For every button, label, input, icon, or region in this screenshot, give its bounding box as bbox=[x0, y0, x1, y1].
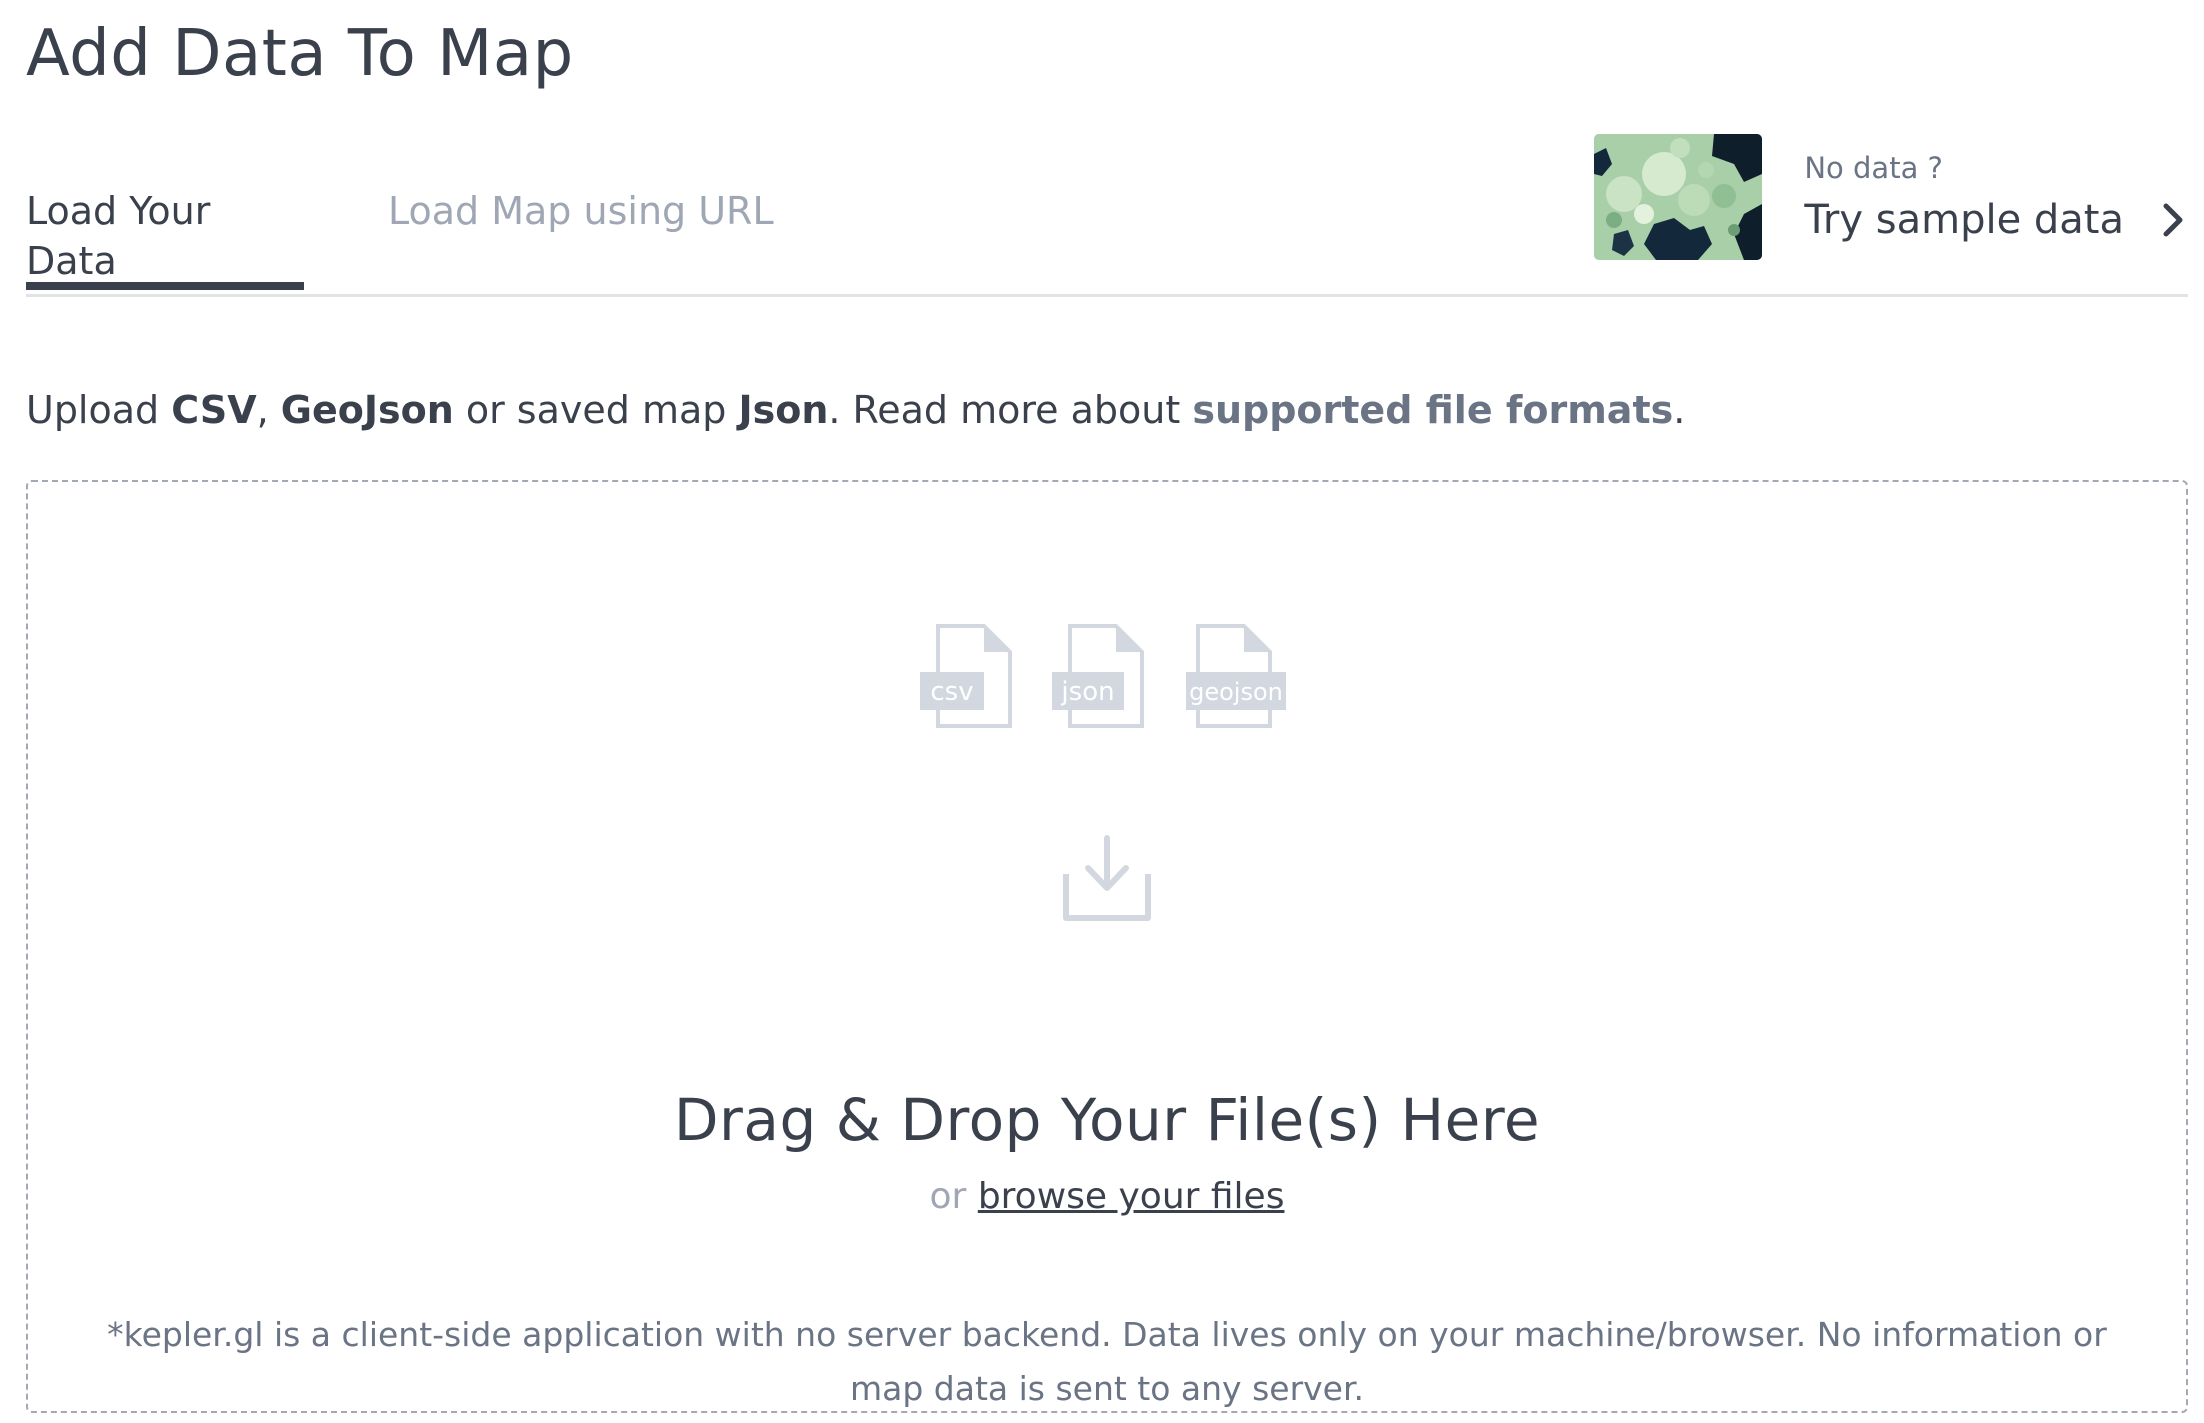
intro-or-saved: or saved map bbox=[453, 388, 739, 432]
intro-period: . bbox=[1673, 388, 1686, 432]
browse-row: or browse your files bbox=[28, 1172, 2186, 1222]
upload-instructions: Upload CSV, GeoJson or saved map Json. R… bbox=[26, 380, 1685, 440]
page-title: Add Data To Map bbox=[26, 17, 574, 91]
tab-bar: Load Your Data Load Map using URL No dat… bbox=[26, 130, 2188, 297]
csv-label: csv bbox=[930, 677, 973, 707]
intro-upload-text: Upload bbox=[26, 388, 172, 432]
json-label: json bbox=[1060, 677, 1114, 707]
sample-link-row[interactable]: Try sample data bbox=[1804, 195, 2188, 245]
browse-files-link[interactable]: browse your files bbox=[978, 1176, 1285, 1217]
csv-file-icon: csv bbox=[920, 622, 1030, 736]
json-file-icon: json bbox=[1052, 622, 1162, 736]
intro-read-more: . Read more about bbox=[828, 388, 1193, 432]
tab-load-map-url[interactable]: Load Map using URL bbox=[388, 186, 774, 236]
chevron-right-icon[interactable] bbox=[2160, 202, 2188, 238]
file-type-icons: csv json geojson bbox=[920, 622, 1340, 732]
try-sample-data-link[interactable]: Try sample data bbox=[1804, 195, 2124, 245]
intro-json: Json bbox=[738, 388, 829, 432]
upload-download-icon bbox=[1062, 834, 1152, 924]
no-data-hint: No data ? bbox=[1804, 151, 1943, 185]
browse-or-text: or bbox=[929, 1176, 978, 1217]
intro-geojson: GeoJson bbox=[280, 388, 454, 432]
intro-comma: , bbox=[256, 388, 281, 432]
drop-title: Drag & Drop Your File(s) Here bbox=[673, 1086, 1541, 1154]
tab-load-your-data[interactable]: Load Your Data bbox=[26, 186, 304, 290]
sample-map-thumbnail bbox=[1594, 134, 1763, 260]
geojson-file-icon: geojson bbox=[1186, 622, 1306, 736]
privacy-disclaimer: *kepler.gl is a client-side application … bbox=[107, 1315, 2107, 1408]
sample-data-button[interactable]: No data ? Try sample data bbox=[1594, 134, 2188, 260]
geojson-label: geojson bbox=[1189, 678, 1283, 706]
file-dropzone[interactable]: csv json geojson Drag & Drop Your File(s… bbox=[26, 480, 2188, 1413]
supported-formats-link[interactable]: supported file formats bbox=[1192, 388, 1673, 432]
add-data-modal: Add Data To Map Load Your Data Load Map … bbox=[26, 0, 2188, 1423]
sample-data-text: No data ? Try sample data bbox=[1804, 149, 2188, 245]
intro-csv: CSV bbox=[171, 388, 257, 432]
